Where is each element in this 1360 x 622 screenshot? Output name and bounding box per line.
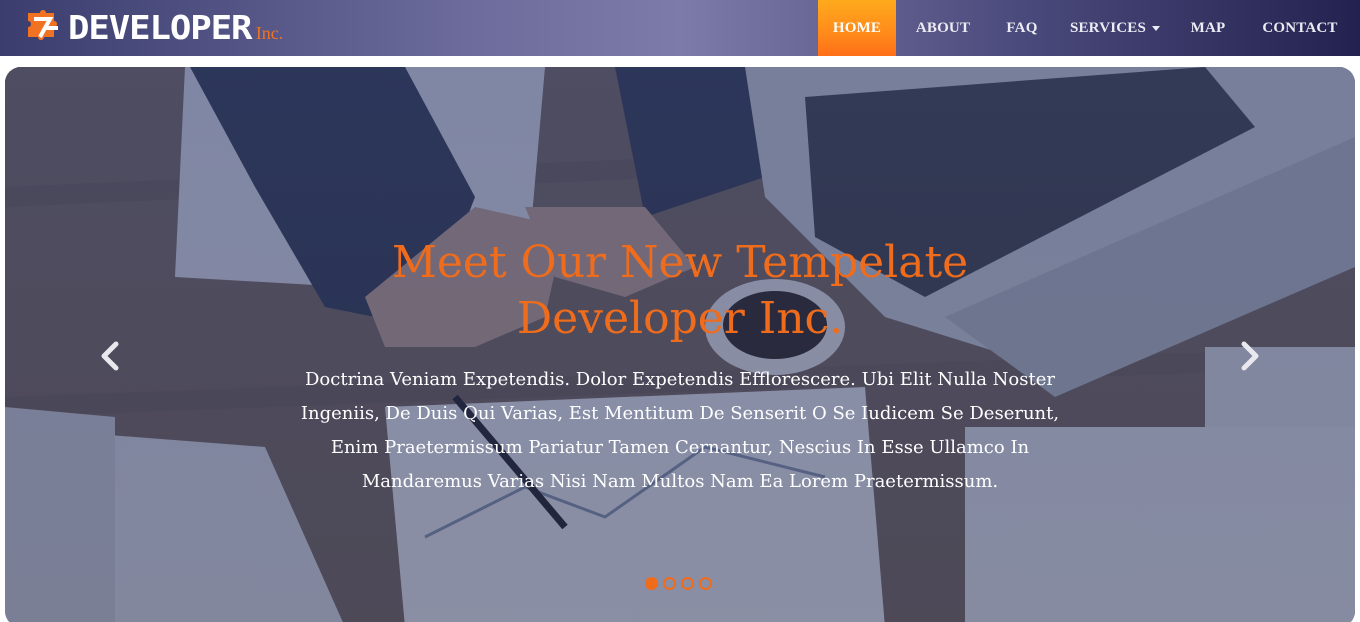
carousel-dot-2[interactable] [663, 577, 676, 590]
nav-home[interactable]: HOME [818, 0, 896, 56]
nav-map[interactable]: MAP [1176, 0, 1240, 56]
carousel-dot-1[interactable] [645, 577, 658, 590]
chevron-left-icon [101, 341, 119, 371]
navbar: DEVELOPER Inc. HOME ABOUT FAQ SERVICES M… [0, 0, 1360, 56]
nav-contact-label: CONTACT [1262, 19, 1338, 36]
main-nav: HOME ABOUT FAQ SERVICES MAP CONTACT [818, 0, 1360, 56]
nav-contact[interactable]: CONTACT [1240, 0, 1360, 56]
hero-title: Meet Our New Tempelate Developer Inc. [5, 235, 1355, 347]
caret-down-icon [1152, 25, 1161, 31]
nav-faq[interactable]: FAQ [990, 0, 1054, 56]
carousel-next-button[interactable] [1233, 339, 1267, 373]
hero-title-line-1: Meet Our New Tempelate [391, 237, 969, 288]
hero-carousel: Meet Our New Tempelate Developer Inc. Do… [5, 67, 1355, 622]
nav-about[interactable]: ABOUT [896, 0, 990, 56]
chevron-right-icon [1241, 341, 1259, 371]
nav-map-label: MAP [1190, 19, 1226, 36]
hero-description: Doctrina Veniam Expetendis. Dolor Expete… [300, 369, 1060, 492]
nav-services[interactable]: SERVICES [1054, 0, 1176, 56]
nav-about-label: ABOUT [915, 19, 971, 36]
carousel-dot-4[interactable] [699, 577, 712, 590]
carousel-indicators [645, 577, 712, 590]
brand-name: DEVELOPER [68, 7, 252, 47]
carousel-dot-3[interactable] [681, 577, 694, 590]
nav-services-label: SERVICES [1069, 19, 1147, 36]
hero-title-line-2: Developer Inc. [516, 293, 844, 344]
brand-suffix: Inc. [255, 22, 284, 43]
carousel-prev-button[interactable] [93, 339, 127, 373]
brand-logo[interactable]: DEVELOPER Inc. [24, 6, 344, 48]
nav-faq-label: FAQ [1006, 19, 1038, 36]
nav-home-label: HOME [832, 19, 882, 36]
puzzle-icon [24, 7, 66, 47]
